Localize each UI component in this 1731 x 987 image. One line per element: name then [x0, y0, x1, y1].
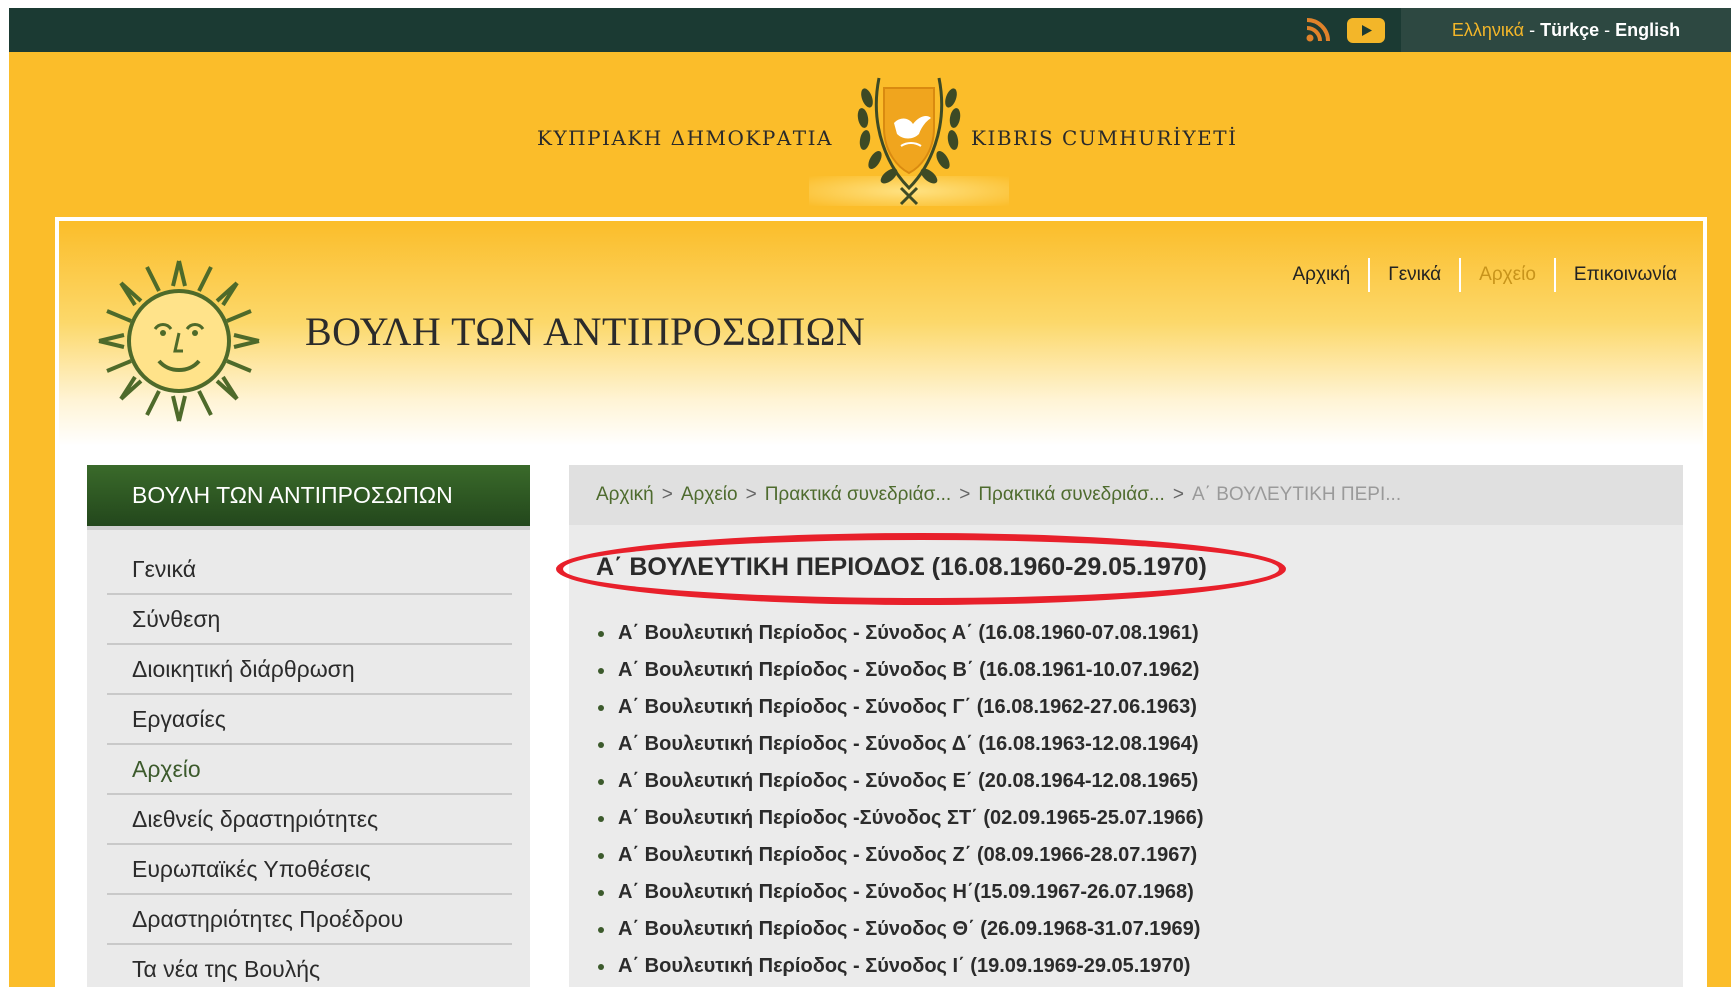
bullet-icon	[598, 853, 604, 859]
sidebar-item-general[interactable]: Γενικά	[107, 545, 512, 595]
top-navigation: Αρχική Γενικά Αρχείο Επικοινωνία	[1275, 258, 1677, 292]
coat-of-arms-icon	[857, 77, 961, 206]
bullet-icon	[598, 816, 604, 822]
bullet-icon	[598, 890, 604, 896]
breadcrumb-minutes-sub[interactable]: Πρακτικά συνεδριάσ...	[978, 484, 1165, 505]
session-label: Α΄ Βουλευτική Περίοδος - Σύνοδος Ζ΄ (08.…	[618, 844, 1198, 866]
breadcrumb-separator: >	[745, 484, 757, 505]
sidebar-item-international[interactable]: Διεθνείς δραστηριότητες	[107, 795, 512, 845]
breadcrumb-separator: >	[959, 484, 971, 505]
lang-english-link[interactable]: English	[1615, 20, 1680, 40]
breadcrumb-separator: >	[661, 484, 673, 505]
sidebar-item-archive[interactable]: Αρχείο	[107, 745, 512, 795]
session-label: Α΄ Βουλευτική Περίοδος - Σύνοδος Α΄ (16.…	[618, 622, 1199, 644]
language-switcher: Ελληνικά - Türkçe - English	[1401, 8, 1731, 52]
site-header: ΒΟΥΛΗ ΤΩΝ ΑΝΤΙΠΡΟΣΩΠΩΝ Αρχική Γενικά Αρχ…	[59, 221, 1703, 446]
session-link-i[interactable]: Α΄ Βουλευτική Περίοδος - Σύνοδος Ι΄ (19.…	[596, 948, 1204, 985]
session-label: Α΄ Βουλευτική Περίοδος - Σύνοδος Ε΄ (20.…	[618, 770, 1199, 792]
site-title[interactable]: ΒΟΥΛΗ ΤΩΝ ΑΝΤΙΠΡΟΣΩΠΩΝ	[305, 308, 865, 355]
lang-separator: -	[1604, 20, 1611, 40]
session-label: Α΄ Βουλευτική Περίοδος -Σύνοδος ΣΤ΄ (02.…	[618, 807, 1204, 829]
page-title: Α΄ ΒΟΥΛΕΥΤΙΚΗ ΠΕΡΙΟΔΟΣ (16.08.1960-29.05…	[596, 553, 1207, 581]
session-label: Α΄ Βουλευτική Περίοδος - Σύνοδος Θ΄ (26.…	[618, 918, 1201, 940]
sidebar: ΒΟΥΛΗ ΤΩΝ ΑΝΤΙΠΡΟΣΩΠΩΝ Γενικά Σύνθεση Δι…	[87, 465, 530, 987]
bullet-icon	[598, 964, 604, 970]
session-label: Α΄ Βουλευτική Περίοδος - Σύνοδος Ι΄ (19.…	[618, 955, 1191, 977]
sidebar-item-european-affairs[interactable]: Ευρωπαϊκές Υποθέσεις	[107, 845, 512, 895]
lang-greek-link[interactable]: Ελληνικά	[1452, 20, 1524, 40]
sidebar-item-news[interactable]: Τα νέα της Βουλής	[107, 945, 512, 987]
bullet-icon	[598, 668, 604, 674]
page-frame: Ελληνικά - Türkçe - English ΚΥΠΡΙΑΚΗ ΔΗΜΟΚΡΑ…	[9, 8, 1731, 987]
session-link-a[interactable]: Α΄ Βουλευτική Περίοδος - Σύνοδος Α΄ (16.…	[596, 615, 1204, 652]
topnav-general[interactable]: Γενικά	[1370, 258, 1462, 292]
sidebar-item-president-activities[interactable]: Δραστηριότητες Προέδρου	[107, 895, 512, 945]
session-label: Α΄ Βουλευτική Περίοδος - Σύνοδος Η΄(15.0…	[618, 881, 1194, 903]
topnav-home[interactable]: Αρχική	[1275, 258, 1371, 292]
sidebar-item-composition[interactable]: Σύνθεση	[107, 595, 512, 645]
topnav-archive[interactable]: Αρχείο	[1461, 258, 1556, 292]
main-content: Αρχική > Αρχείο > Πρακτικά συνεδριάσ... > Πρακ…	[556, 465, 1683, 987]
breadcrumb-home[interactable]: Αρχική	[596, 484, 654, 505]
session-link-e[interactable]: Α΄ Βουλευτική Περίοδος - Σύνοδος Ε΄ (20.…	[596, 763, 1204, 800]
bullet-icon	[598, 927, 604, 933]
session-label: Α΄ Βουλευτική Περίοδος - Σύνοδος Γ΄ (16.…	[618, 696, 1197, 718]
session-link-b[interactable]: Α΄ Βουλευτική Περίοδος - Σύνοδος Β΄ (16.…	[596, 652, 1204, 689]
republic-name-greek: ΚΥΠΡΙΑΚΗ ΔΗΜΟΚΡΑΤΙΑ	[537, 126, 833, 150]
session-link-th[interactable]: Α΄ Βουλευτική Περίοδος - Σύνοδος Θ΄ (26.…	[596, 911, 1204, 948]
breadcrumb: Αρχική > Αρχείο > Πρακτικά συνεδριάσ... > Πρακ…	[569, 465, 1683, 525]
lang-separator: -	[1529, 20, 1536, 40]
sidebar-menu: Γενικά Σύνθεση Διοικητική διάρθρωση Εργα…	[87, 530, 530, 987]
breadcrumb-separator: >	[1172, 484, 1184, 505]
sidebar-item-administration[interactable]: Διοικητική διάρθρωση	[107, 645, 512, 695]
breadcrumb-archive[interactable]: Αρχείο	[681, 484, 738, 505]
session-link-d[interactable]: Α΄ Βουλευτική Περίοδος - Σύνοδος Δ΄ (16.…	[596, 726, 1204, 763]
session-list: Α΄ Βουλευτική Περίοδος - Σύνοδος Α΄ (16.…	[596, 615, 1204, 985]
main-panel: ΒΟΥΛΗ ΤΩΝ ΑΝΤΙΠΡΟΣΩΠΩΝ Αρχική Γενικά Αρχ…	[55, 217, 1707, 987]
bullet-icon	[598, 705, 604, 711]
session-link-h[interactable]: Α΄ Βουλευτική Περίοδος - Σύνοδος Η΄(15.0…	[596, 874, 1204, 911]
bullet-icon	[598, 779, 604, 785]
sidebar-item-work[interactable]: Εργασίες	[107, 695, 512, 745]
sidebar-heading[interactable]: ΒΟΥΛΗ ΤΩΝ ΑΝΤΙΠΡΟΣΩΠΩΝ	[87, 465, 530, 530]
rss-icon[interactable]	[1305, 17, 1331, 43]
session-link-z[interactable]: Α΄ Βουλευτική Περίοδος - Σύνοδος Ζ΄ (08.…	[596, 837, 1204, 874]
session-link-c[interactable]: Α΄ Βουλευτική Περίοδος - Σύνοδος Γ΄ (16.…	[596, 689, 1204, 726]
topnav-contact[interactable]: Επικοινωνία	[1556, 258, 1677, 292]
session-label: Α΄ Βουλευτική Περίοδος - Σύνοδος Β΄ (16.…	[618, 659, 1200, 681]
parliament-sun-logo-icon[interactable]	[89, 241, 269, 441]
bullet-icon	[598, 631, 604, 637]
youtube-icon[interactable]	[1347, 18, 1385, 43]
breadcrumb-minutes[interactable]: Πρακτικά συνεδριάσ...	[765, 484, 952, 505]
republic-name-turkish: KIBRIS CUMHURİYETİ	[971, 126, 1238, 150]
session-label: Α΄ Βουλευτική Περίοδος - Σύνοδος Δ΄ (16.…	[618, 733, 1199, 755]
breadcrumb-current: Α΄ ΒΟΥΛΕΥΤΙΚΗ ΠΕΡΙ...	[1191, 484, 1402, 505]
session-link-st[interactable]: Α΄ Βουλευτική Περίοδος -Σύνοδος ΣΤ΄ (02.…	[596, 800, 1204, 837]
lang-turkish-link[interactable]: Türkçe	[1540, 20, 1599, 40]
bullet-icon	[598, 742, 604, 748]
top-bar: Ελληνικά - Türkçe - English	[9, 8, 1731, 52]
